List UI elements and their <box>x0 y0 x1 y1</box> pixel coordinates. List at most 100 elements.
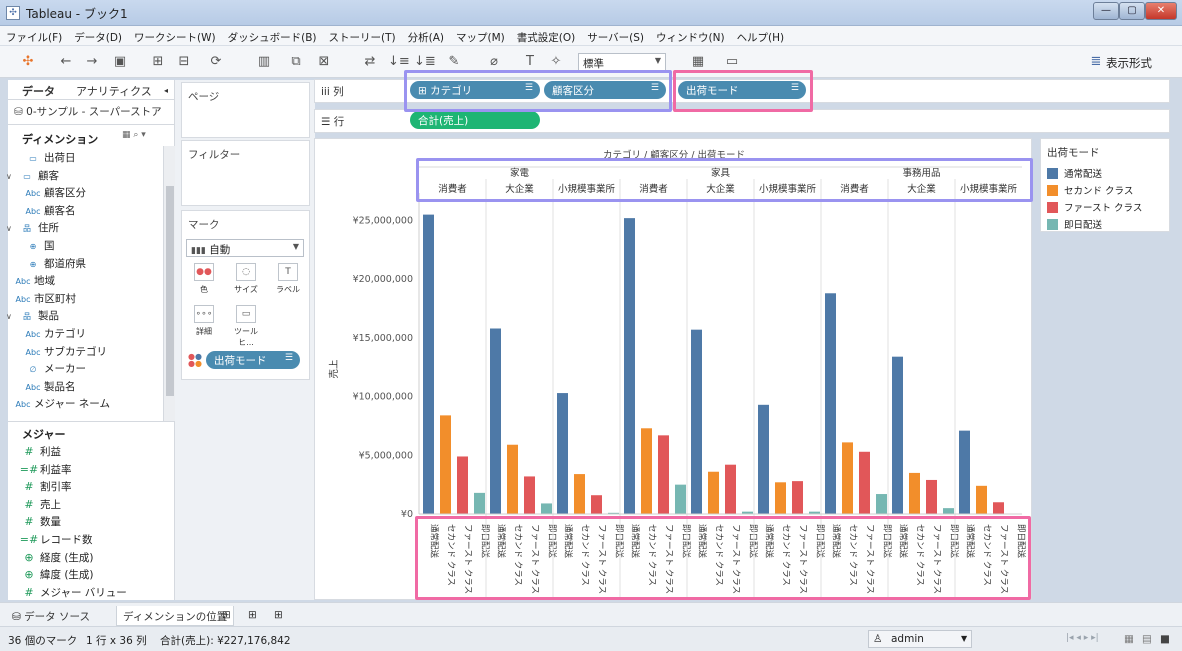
new-datasource-icon[interactable]: ⊞ <box>150 54 166 70</box>
menu-item[interactable]: 分析(A) <box>402 26 450 45</box>
tab-analytics[interactable]: アナリティクス <box>76 83 152 99</box>
pages-card[interactable]: ページ <box>181 82 310 138</box>
sheet-nav-icons[interactable]: |◂ ◂ ▸ ▸| <box>1066 633 1099 643</box>
new-worksheet-icon[interactable]: ▥ <box>256 54 272 70</box>
show-card-icon[interactable]: ▦ <box>690 54 706 70</box>
undo-icon[interactable]: ← <box>58 54 74 70</box>
tooltip-button[interactable]: ▭ ツールヒ... <box>228 305 264 347</box>
sort-desc-icon[interactable]: ↓≣ <box>414 54 436 70</box>
chevron-down-icon: ▼ <box>654 56 661 65</box>
refresh-icon[interactable]: ⟳ <box>208 54 224 70</box>
abc-icon: Abc <box>25 189 41 199</box>
legend-item[interactable]: セカンド クラス <box>1047 183 1133 197</box>
filters-card[interactable]: フィルター <box>181 140 310 206</box>
dimension-field[interactable]: ∅ メーカー <box>22 361 86 376</box>
pin-icon[interactable]: ✧ <box>548 54 564 70</box>
sheet-sorter-icon[interactable]: ▦ <box>1124 633 1134 645</box>
dimension-field[interactable]: Abc 市区町村 <box>12 291 76 306</box>
dimension-field[interactable]: Abc 顧客名 <box>22 203 76 218</box>
dimension-field[interactable]: Abc サブカテゴリ <box>22 344 107 359</box>
color-button[interactable]: ●● 色 <box>186 263 222 299</box>
menu-item[interactable]: サーバー(S) <box>581 26 650 45</box>
size-icon: ◌ <box>236 263 256 281</box>
measure-field[interactable]: =# レコード数 <box>18 532 93 547</box>
menu-item[interactable]: ストーリー(T) <box>323 26 402 45</box>
bar-mark <box>524 476 535 514</box>
row-pill-sales[interactable]: 合計(売上) <box>410 111 540 129</box>
menu-item[interactable]: マップ(M) <box>450 26 511 45</box>
expand-icon[interactable]: ∨ <box>6 224 16 233</box>
show-me-icon[interactable]: ≣ <box>1088 54 1104 70</box>
measure-field[interactable]: # 数量 <box>18 514 61 529</box>
save-icon[interactable]: ▣ <box>112 54 128 70</box>
dimension-field[interactable]: Abc 顧客区分 <box>22 185 86 200</box>
new-worksheet-icon[interactable]: ⊞ <box>216 606 237 626</box>
label-icon[interactable]: T <box>522 54 538 70</box>
measure-field[interactable]: ⊕ 経度 (生成) <box>18 550 93 565</box>
filmstrip-icon[interactable]: ▤ <box>1142 633 1152 645</box>
user-menu[interactable]: ♙ admin ▼ <box>868 630 972 648</box>
color-shelf-pill[interactable]: 出荷モード ☰ <box>206 351 300 369</box>
fit-dropdown[interactable]: 標準 ▼ <box>578 53 666 71</box>
clear-sheet-icon[interactable]: ⊠ <box>316 54 332 70</box>
datasource-item[interactable]: ⛁ 0-サンプル - スーパーストア <box>14 104 162 119</box>
legend-item[interactable]: 即日配送 <box>1047 217 1102 231</box>
measure-field[interactable]: # 割引率 <box>18 479 71 494</box>
expand-icon[interactable]: ∨ <box>6 172 16 181</box>
menu-item[interactable]: ワークシート(W) <box>128 26 222 45</box>
dimension-field[interactable]: Abc カテゴリ <box>22 326 86 341</box>
dimension-field[interactable]: ⊕ 都道府県 <box>22 256 86 271</box>
duplicate-icon[interactable]: ⧉ <box>288 54 304 70</box>
menu-item[interactable]: データ(D) <box>68 26 128 45</box>
redo-icon[interactable]: → <box>84 54 100 70</box>
dimension-field[interactable]: ▭ 出荷日 <box>22 150 75 165</box>
size-button[interactable]: ◌ サイズ <box>228 263 264 299</box>
label-button[interactable]: T ラベル <box>270 263 306 299</box>
swap-icon[interactable]: ⇄ <box>362 54 378 70</box>
datasource-tab[interactable]: ⛁ データ ソース <box>6 606 96 626</box>
close-button[interactable]: ✕ <box>1145 2 1177 20</box>
minimize-button[interactable]: — <box>1093 2 1119 20</box>
dimension-field[interactable]: Abc 製品名 <box>22 379 76 394</box>
menu-item[interactable]: ファイル(F) <box>0 26 68 45</box>
tableau-logo-icon[interactable]: ✣ <box>20 54 36 70</box>
legend-item[interactable]: 通常配送 <box>1047 166 1102 180</box>
presentation-icon[interactable]: ▭ <box>724 54 740 70</box>
tabs-view-icon[interactable]: ■ <box>1160 633 1170 645</box>
measure-field[interactable]: # 利益 <box>18 444 61 459</box>
group-icon[interactable]: ⌀ <box>486 54 502 70</box>
menu-item[interactable]: ヘルプ(H) <box>731 26 791 45</box>
mark-type-value: 自動 <box>209 244 231 256</box>
hierarchy-icon: 品 <box>23 312 31 322</box>
measure-field[interactable]: =# 利益率 <box>18 462 72 477</box>
dimension-field[interactable]: ∨ ▭ 顧客 <box>6 168 59 183</box>
new-story-icon[interactable]: ⊞ <box>268 606 289 626</box>
dimension-tools-icon[interactable]: ▦ ⌕ ▾ <box>122 130 146 140</box>
legend-item[interactable]: ファースト クラス <box>1047 200 1142 214</box>
mark-type-dropdown[interactable]: ▮▮▮ 自動 ▼ <box>186 239 304 257</box>
dimension-field[interactable]: ⊕ 国 <box>22 238 55 253</box>
globe-icon: ⊕ <box>29 242 37 251</box>
menu-item[interactable]: ウィンドウ(N) <box>650 26 731 45</box>
pause-update-icon[interactable]: ⊟ <box>176 54 192 70</box>
measure-field[interactable]: # メジャー バリュー <box>18 585 126 600</box>
dimension-field[interactable]: Abc メジャー ネーム <box>12 396 110 411</box>
abc-icon: Abc <box>15 277 31 287</box>
sort-asc-icon[interactable]: ↓≡ <box>388 54 410 70</box>
expand-icon[interactable]: ∨ <box>6 312 16 321</box>
dimension-field[interactable]: ∨ 品住所 <box>6 220 59 235</box>
menu-item[interactable]: ダッシュボード(B) <box>222 26 323 45</box>
dimensions-scrollbar[interactable] <box>163 146 175 421</box>
maximize-button[interactable]: ▢ <box>1119 2 1145 20</box>
tab-data[interactable]: データ <box>22 83 55 99</box>
menu-item[interactable]: 書式設定(O) <box>511 26 581 45</box>
detail-button[interactable]: ∘∘∘ 詳細 <box>186 305 222 341</box>
dimension-field[interactable]: ∨ 品製品 <box>6 308 59 323</box>
measure-field[interactable]: # 売上 <box>18 497 61 512</box>
collapse-pane-icon[interactable]: ◂ <box>164 86 168 95</box>
show-me-button[interactable]: 表示形式 <box>1106 55 1152 71</box>
highlight-icon[interactable]: ✎ <box>446 54 462 70</box>
new-dashboard-icon[interactable]: ⊞ <box>242 606 263 626</box>
dimension-field[interactable]: Abc 地域 <box>12 273 55 288</box>
measure-field[interactable]: ⊕ 緯度 (生成) <box>18 567 93 582</box>
